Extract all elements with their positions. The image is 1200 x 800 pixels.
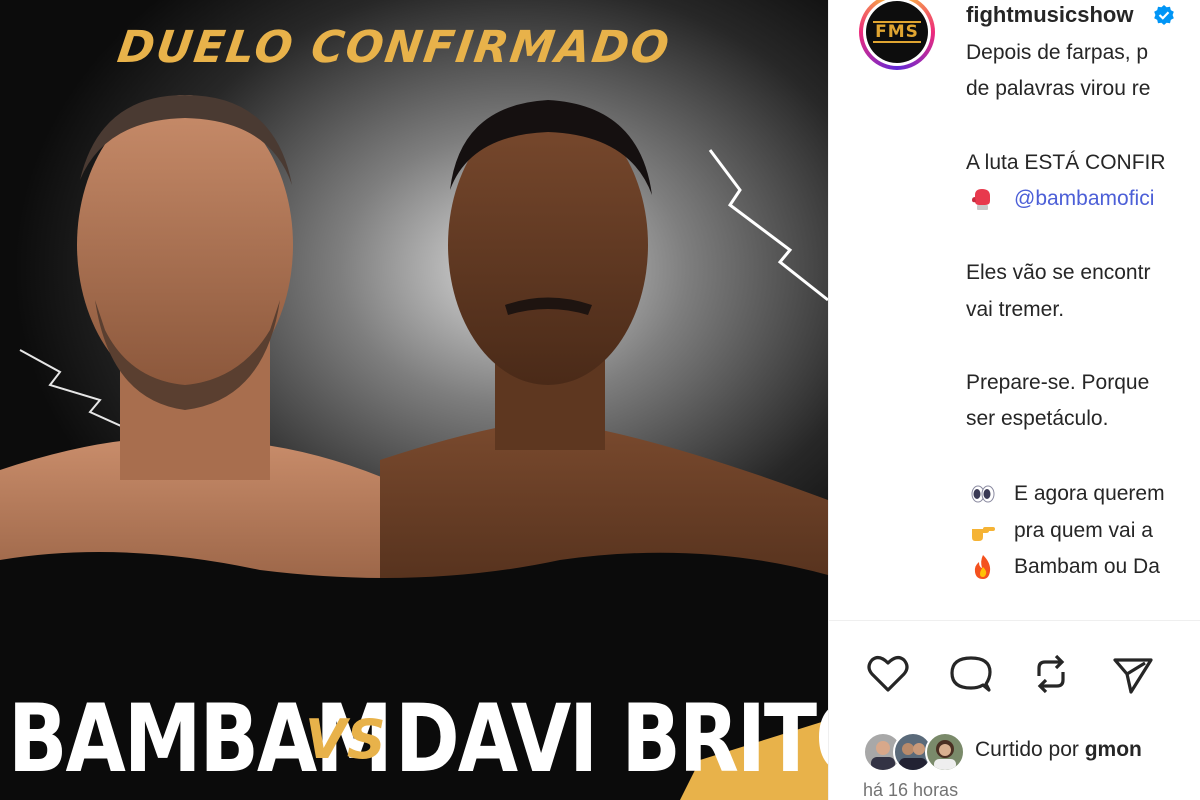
share-icon[interactable] [1109,650,1157,698]
pointing-hand-emoji [972,527,995,541]
avatar-frame: FMS [863,0,931,66]
poster-headline: DUELO CONFIRMADO [114,22,674,73]
comment-icon[interactable] [947,650,995,698]
heart-icon[interactable] [864,650,912,698]
fighter-right-name: DAVI BRITO [395,686,828,794]
boxing-glove-emoji [972,189,990,210]
liked-by-avatars[interactable] [863,732,971,772]
post-image[interactable]: DUELO CONFIRMADO BAMBAM VS DAVI BRITO [0,0,828,800]
post-side-panel: FMS fightmusicshow Depois de farpas, p d… [828,0,1200,800]
avatar-image: FMS [866,1,928,63]
verified-badge-icon [1154,5,1174,25]
liked-by-text[interactable]: Curtido por gmon [975,738,1142,762]
repost-icon[interactable] [1027,650,1075,698]
caption-line: ser espetáculo. [966,407,1109,430]
liked-avatar [925,732,965,772]
divider [829,620,1200,621]
caption-line: Depois de farpas, p [966,41,1149,64]
caption-line: Prepare-se. Porque [966,371,1150,394]
fighter-left-name: BAMBAM [8,686,393,794]
liked-by-user[interactable]: gmon [1085,738,1142,761]
caption-line: Eles vão se encontr [966,261,1151,284]
caption-line: vai tremer. [966,298,1065,321]
eyes-emoji [971,485,995,503]
vs-label: VS [305,708,386,771]
fire-emoji [974,555,991,579]
post-timestamp[interactable]: há 16 horas [863,780,958,800]
caption-line: Bambam ou Da [1014,555,1160,578]
profile-avatar[interactable]: FMS [859,0,935,70]
liked-by-prefix: Curtido por [975,738,1079,761]
caption-line: E agora querem [1014,482,1165,505]
mention-link[interactable]: @bambamofici [1014,186,1154,212]
caption-line: pra quem vai a [1014,519,1153,542]
username-link[interactable]: fightmusicshow [966,2,1133,28]
avatar-logo-text: FMS [873,21,921,43]
caption-line: de palavras virou re [966,77,1151,100]
caption-line: A luta ESTÁ CONFIR [966,151,1166,174]
